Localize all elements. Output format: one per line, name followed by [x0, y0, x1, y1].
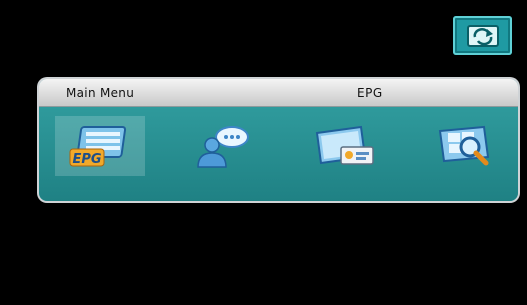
menu-items-row: EPG	[39, 107, 518, 201]
menu-item-search-monitor[interactable]	[421, 116, 511, 176]
epg-icon-label: EPG	[72, 152, 101, 167]
rotate-screen-icon	[466, 24, 499, 47]
main-menu-title: Main Menu	[66, 86, 135, 100]
menu-item-chat-user[interactable]	[177, 116, 267, 176]
rotate-screen-button[interactable]	[453, 16, 512, 55]
menu-item-epg[interactable]: EPG	[55, 116, 145, 176]
chat-user-icon	[197, 126, 249, 168]
epg-icon: EPG	[69, 126, 127, 167]
main-menu-header: Main Menu EPG	[39, 79, 518, 107]
search-monitor-icon	[438, 125, 490, 166]
monitor-card-icon	[315, 125, 374, 165]
main-menu-panel: Main Menu EPG EPG	[39, 79, 518, 201]
menu-item-monitor-card[interactable]	[299, 116, 389, 176]
selected-item-label: EPG	[357, 86, 383, 100]
